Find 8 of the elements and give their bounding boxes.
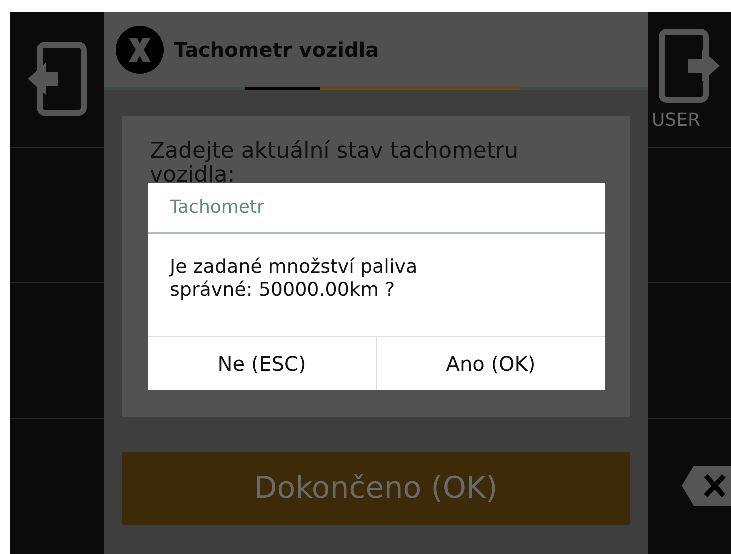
window-title: Tachometr vozidla [174, 38, 380, 62]
login-icon[interactable] [26, 41, 88, 118]
user-label: USER [652, 110, 700, 131]
dialog-title: Tachometr [148, 183, 605, 234]
close-icon[interactable] [116, 26, 164, 74]
dialog-message: Je zadané množství paliva správné: 50000.00km ? [168, 255, 419, 303]
backspace-icon[interactable] [682, 466, 731, 506]
logout-icon[interactable] [658, 28, 720, 104]
